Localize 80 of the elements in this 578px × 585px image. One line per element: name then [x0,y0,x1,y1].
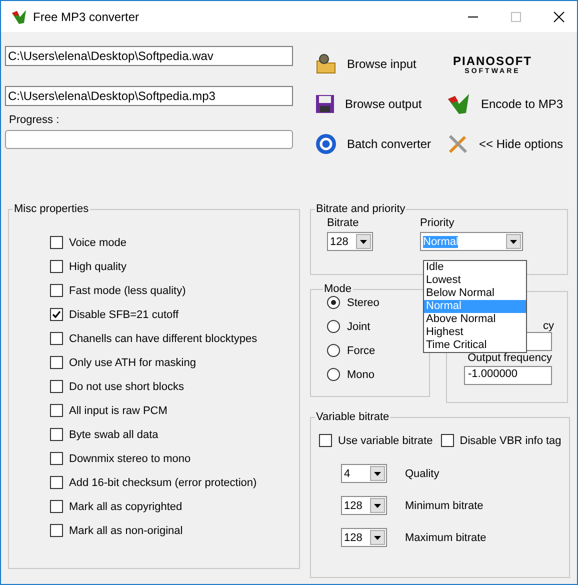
checkbox[interactable] [50,428,63,441]
close-icon[interactable] [553,10,565,22]
checkbox[interactable] [50,356,63,369]
radio-button[interactable] [327,368,340,381]
checkbox-option[interactable]: Add 16-bit checksum (error protection) [50,475,291,490]
checkbox[interactable] [50,380,63,393]
output-frequency-label: Output frequency [468,352,552,364]
checkbox[interactable] [319,434,332,447]
dropdown-label: Minimum bitrate [405,500,484,512]
dropdown[interactable]: 4 [341,464,387,483]
priority-label: Priority [420,217,456,229]
browse-output-button[interactable]: Browse output [315,90,422,118]
radio-button[interactable] [327,344,340,357]
dropdown-option[interactable]: Highest [424,326,526,339]
checkbox[interactable] [50,404,63,417]
checkbox-option[interactable]: High quality [50,259,291,274]
output-path-field[interactable]: C:\Users\elena\Desktop\Softpedia.mp3 [5,86,293,106]
checkbox-option[interactable]: Mark all as non-original [50,523,291,538]
folder-icon [315,53,337,75]
checkbox-option[interactable]: Downmix stereo to mono [50,451,291,466]
group-title: Bitrate and priority [315,203,406,215]
group-title: Variable bitrate [315,411,390,423]
window-title: Free MP3 converter [33,10,140,24]
checkbox-option[interactable]: Voice mode [50,235,291,250]
batch-button[interactable]: Batch converter [315,130,432,158]
checkbox[interactable] [50,524,63,537]
dropdown-label: Quality [405,468,440,480]
radio-option[interactable]: Mono [327,367,421,382]
dropdown-label: Maximum bitrate [405,532,486,544]
dropdown[interactable]: 128 [341,528,387,547]
radio-option[interactable]: Joint [327,319,421,334]
encode-button[interactable]: Encode to MP3 [447,90,564,118]
bitrate-dropdown[interactable]: 128 [327,232,373,251]
checkbox[interactable] [50,476,63,489]
checkbox-option[interactable]: Disable SFB=21 cutoff [50,307,291,322]
output-frequency-field[interactable]: -1.000000 [464,366,552,385]
progress-label: Progress : [9,114,60,126]
checkbox-option[interactable]: Disable VBR info tag [440,433,562,448]
dropdown-option[interactable]: Below Normal [424,287,526,300]
dropdown-option[interactable]: Idle [424,261,526,274]
app-logo-icon [11,8,27,24]
checkbox-option[interactable]: Use variable bitrate [319,433,433,448]
checkmark-icon [447,93,471,115]
checkbox[interactable] [50,284,63,297]
dropdown-option[interactable]: Time Critical [424,339,526,352]
checkbox[interactable] [50,260,63,273]
input-path-field[interactable]: C:\Users\elena\Desktop\Softpedia.wav [5,46,293,66]
radio-button[interactable] [327,296,340,309]
checkbox-option[interactable]: Mark all as copyrighted [50,499,291,514]
radio-option[interactable]: Force [327,343,421,358]
input-frequency-label: cy [543,320,554,332]
dropdown[interactable]: 128 [341,496,387,515]
dropdown-arrow-icon [374,536,381,540]
checkbox[interactable] [50,308,63,321]
logo-text: PIANOSOFT [453,54,532,68]
dropdown-arrow-icon [510,240,517,244]
checkbox[interactable] [50,500,63,513]
checkbox-option[interactable]: All input is raw PCM [50,403,291,418]
checkbox-option[interactable]: Do not use short blocks [50,379,291,394]
radio-option[interactable]: Stereo [327,295,421,310]
checkbox-option[interactable]: Fast mode (less quality) [50,283,291,298]
checkbox[interactable] [50,332,63,345]
browse-input-button[interactable]: Browse input [315,50,416,78]
checkbox-option[interactable]: Chanells can have different blocktypes [50,331,291,346]
radio-button[interactable] [327,320,340,333]
tools-icon [447,133,469,155]
checkbox[interactable] [440,434,454,447]
bitrate-label: Bitrate [327,217,360,229]
group-title: Mode [323,283,353,295]
checkbox[interactable] [50,236,63,249]
checkbox[interactable] [50,452,63,465]
dropdown-option[interactable]: Above Normal [424,313,526,326]
checkbox-option[interactable]: Byte swab all data [50,427,291,442]
group-title: Misc properties [13,203,90,215]
dropdown-option[interactable]: Lowest [424,274,526,287]
options-button[interactable]: << Hide options [447,130,564,158]
checkbox-option[interactable]: Only use ATH for masking [50,355,291,370]
dropdown-arrow-icon [374,472,381,476]
dropdown-arrow-icon [360,240,367,244]
dropdown-arrow-icon [374,504,381,508]
